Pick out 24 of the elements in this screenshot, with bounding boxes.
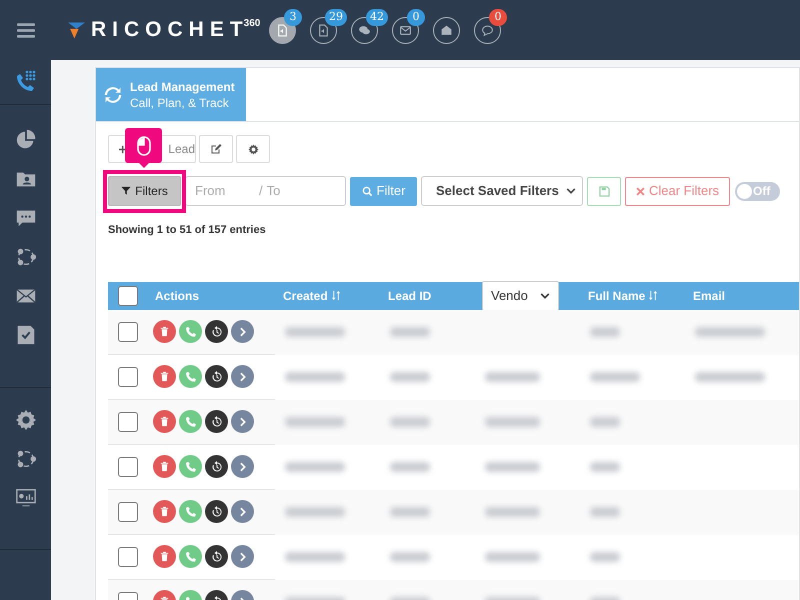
entries-info: Showing 1 to 51 of 157 entries xyxy=(108,223,267,238)
to-field[interactable]: To xyxy=(266,181,327,201)
notification-badge: 3 xyxy=(284,8,302,26)
filters-button[interactable]: Filters xyxy=(108,176,181,206)
filter-button[interactable]: Filter xyxy=(350,176,417,206)
saved-filters-select[interactable]: Select Saved Filters xyxy=(421,176,583,206)
page-subtitle: Call, Plan, & Track xyxy=(130,94,230,110)
toggle-switch[interactable]: Off xyxy=(735,182,780,200)
clear-filters-button[interactable]: Clear Filters xyxy=(625,176,730,206)
notification-badge: 42 xyxy=(366,8,388,26)
column-header: Lead ID xyxy=(388,288,432,304)
notification-badge: 29 xyxy=(325,8,347,26)
logo-superscript: 360 xyxy=(244,19,260,29)
column-header: Actions xyxy=(155,288,200,304)
from-field[interactable]: From xyxy=(195,181,259,201)
notification-badge: 0 xyxy=(489,8,507,26)
column-header[interactable]: Full Name xyxy=(588,286,685,304)
column-header: Email xyxy=(693,288,726,304)
vendor-select[interactable]: Vendo xyxy=(482,280,559,310)
page-title: Lead Management xyxy=(130,78,235,94)
notification-badge: 0 xyxy=(407,8,425,26)
date-range-field[interactable]: From / To xyxy=(185,176,346,206)
column-header[interactable]: Created xyxy=(283,286,380,304)
date-separator: / xyxy=(259,182,263,200)
